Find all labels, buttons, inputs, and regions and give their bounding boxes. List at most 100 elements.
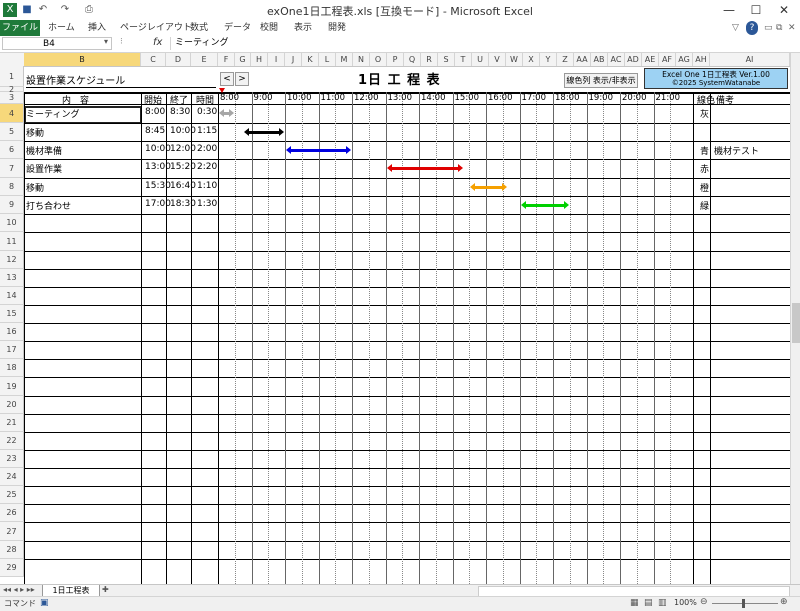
row-header[interactable]: 4 (0, 104, 24, 123)
workbook-minimize-icon[interactable]: ▭ (764, 21, 773, 35)
column-header[interactable]: AD (625, 53, 642, 66)
column-header[interactable]: H (251, 53, 268, 66)
column-header[interactable]: D (166, 53, 191, 66)
schedule-arrow[interactable] (470, 182, 508, 191)
file-tab[interactable]: ファイル (0, 20, 40, 36)
task-name[interactable]: 移動 (26, 181, 44, 194)
nav-next-button[interactable]: > (235, 72, 249, 86)
row-header[interactable]: 21 (0, 414, 24, 432)
task-start[interactable]: 10:00 (145, 144, 171, 154)
column-header[interactable]: AE (642, 53, 659, 66)
row-header[interactable]: 9 (0, 196, 24, 214)
task-end[interactable]: 15:20 (170, 162, 196, 172)
row-header[interactable]: 12 (0, 251, 24, 269)
task-color-label[interactable]: 青 (700, 144, 709, 157)
row-header[interactable]: 6 (0, 141, 24, 159)
task-name[interactable]: 打ち合わせ (26, 199, 71, 212)
vertical-scroll-thumb[interactable] (792, 303, 800, 343)
workbook-restore-icon[interactable]: ⧉ (776, 21, 782, 35)
tab-data[interactable]: データ (224, 21, 251, 35)
row-header[interactable]: 26 (0, 504, 24, 522)
row-header[interactable]: 18 (0, 359, 24, 377)
column-header[interactable]: P (387, 53, 404, 66)
task-duration[interactable]: 0:30 (197, 107, 217, 117)
minimize-icon[interactable]: — (715, 0, 743, 20)
column-header[interactable]: L (319, 53, 336, 66)
task-start[interactable]: 15:30 (145, 181, 171, 191)
column-header[interactable]: U (472, 53, 489, 66)
column-header[interactable]: E (191, 53, 218, 66)
column-header[interactable]: AA (574, 53, 591, 66)
column-header[interactable]: N (353, 53, 370, 66)
task-end[interactable]: 8:30 (170, 107, 190, 117)
task-start[interactable]: 13:00 (145, 162, 171, 172)
task-duration[interactable]: 2:20 (197, 162, 217, 172)
page-break-view-icon[interactable]: ▥ (658, 598, 667, 608)
task-name[interactable]: 移動 (26, 126, 44, 139)
zoom-level[interactable]: 100% (674, 598, 697, 607)
row-header[interactable]: 17 (0, 341, 24, 359)
column-header[interactable]: AI (710, 53, 790, 66)
row-header[interactable]: 27 (0, 522, 24, 541)
name-box-dropdown-icon[interactable]: ▾ (104, 37, 108, 46)
schedule-arrow[interactable] (286, 145, 351, 154)
row-header[interactable]: 25 (0, 486, 24, 504)
column-header[interactable]: O (370, 53, 387, 66)
row-header[interactable]: 15 (0, 305, 24, 323)
row-header[interactable]: 8 (0, 178, 24, 196)
column-header[interactable]: AC (608, 53, 625, 66)
task-duration[interactable]: 2:00 (197, 144, 217, 154)
zoom-slider-thumb[interactable] (742, 599, 745, 608)
column-header[interactable]: M (336, 53, 353, 66)
task-color-label[interactable]: 橙 (700, 181, 709, 194)
task-color-label[interactable]: 緑 (700, 199, 709, 212)
tab-developer[interactable]: 開発 (328, 21, 346, 35)
close-icon[interactable]: ✕ (770, 0, 798, 20)
maximize-icon[interactable]: ☐ (742, 0, 770, 20)
task-start[interactable]: 8:45 (145, 126, 165, 136)
task-start[interactable]: 17:00 (145, 199, 171, 209)
row-header[interactable]: 7 (0, 159, 24, 178)
schedule-arrow[interactable] (386, 164, 463, 172)
column-header[interactable]: I (268, 53, 285, 66)
tab-home[interactable]: ホーム (48, 21, 75, 35)
sheet-nav-icon[interactable]: ◂◂ ◂ ▸ ▸▸ (3, 585, 35, 594)
column-header[interactable]: J (285, 53, 302, 66)
column-header[interactable]: AB (591, 53, 608, 66)
tab-page-layout[interactable]: ページレイアウト (120, 21, 192, 35)
row-header[interactable]: 1 (0, 66, 24, 87)
task-duration[interactable]: 1:10 (197, 181, 217, 191)
page-layout-view-icon[interactable]: ▤ (644, 598, 653, 608)
row-header[interactable]: 10 (0, 214, 24, 232)
zoom-slider[interactable] (712, 603, 778, 604)
column-header[interactable]: G (235, 53, 251, 66)
formula-options-icon[interactable]: ⁝ (120, 37, 123, 47)
task-color-label[interactable]: 赤 (700, 162, 709, 175)
tab-review[interactable]: 校閲 (260, 21, 278, 35)
row-header[interactable]: 11 (0, 232, 24, 251)
task-name[interactable]: ミーティング (26, 107, 79, 120)
column-header[interactable]: AH (693, 53, 710, 66)
column-header[interactable]: K (302, 53, 319, 66)
column-header[interactable]: Y (540, 53, 557, 66)
row-header[interactable]: 24 (0, 468, 24, 486)
row-header[interactable]: 28 (0, 541, 24, 559)
macro-record-icon[interactable]: ▣ (40, 598, 49, 608)
column-header[interactable]: C (141, 53, 166, 66)
row-header[interactable]: 22 (0, 432, 24, 450)
column-header[interactable]: F (218, 53, 235, 66)
task-note[interactable]: 機材テスト (714, 144, 759, 157)
row-header[interactable]: 16 (0, 323, 24, 341)
row-header[interactable]: 20 (0, 396, 24, 414)
column-header[interactable]: X (523, 53, 540, 66)
column-header[interactable]: AF (659, 53, 676, 66)
workbook-close-icon[interactable]: ✕ (788, 21, 796, 35)
tab-insert[interactable]: 挿入 (88, 21, 106, 35)
tab-formulas[interactable]: 数式 (190, 21, 208, 35)
ribbon-collapse-icon[interactable]: ▽ (732, 21, 739, 35)
name-box[interactable]: B4 (2, 37, 112, 50)
tab-view[interactable]: 表示 (294, 21, 312, 35)
row-header[interactable]: 14 (0, 287, 24, 305)
new-sheet-icon[interactable]: ✚ (102, 585, 109, 594)
schedule-arrow[interactable] (219, 109, 234, 117)
